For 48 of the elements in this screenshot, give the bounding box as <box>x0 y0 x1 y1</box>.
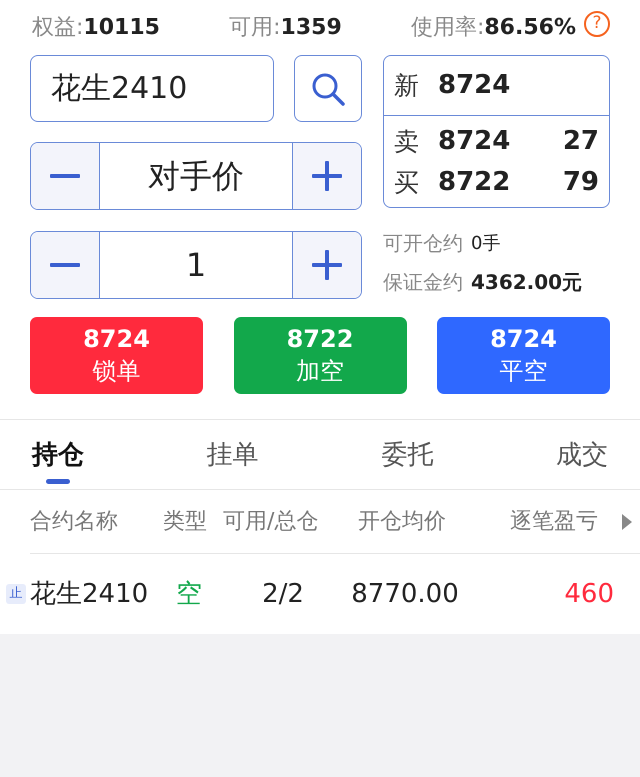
increase-button[interactable] <box>293 143 361 209</box>
column-header: 逐笔盈亏 <box>510 508 598 536</box>
pnl-cell-text: 460 <box>564 578 614 610</box>
minus-icon <box>50 263 80 267</box>
column-header: 合约名称 <box>30 508 119 536</box>
column-header: 类型 <box>163 508 208 536</box>
stat-label: 使用率: <box>410 14 484 42</box>
tab[interactable]: 成交 <box>556 420 608 490</box>
stat-label: 权益: <box>32 14 84 42</box>
bid-price: 8722 <box>438 166 512 199</box>
quote-label: 新 <box>394 70 420 102</box>
order-button[interactable]: 8724 锁单 <box>30 317 203 394</box>
search-button[interactable] <box>294 55 362 122</box>
decrease-button[interactable] <box>31 232 99 298</box>
minus-icon <box>50 174 80 178</box>
plus-icon <box>312 250 342 280</box>
quote-label: 卖 <box>394 126 420 158</box>
column-header: 可用/总仓 <box>223 508 320 536</box>
info-label: 保证金约 <box>383 269 463 296</box>
tab[interactable]: 挂单 <box>206 420 259 490</box>
info-value: 4362.00元 <box>471 269 582 296</box>
symbol-field[interactable]: 花生2410 <box>30 55 274 122</box>
stat-value: 10115 <box>83 14 160 42</box>
plus-icon <box>312 161 342 191</box>
column-header: 开仓均价 <box>358 508 447 536</box>
tab[interactable]: 委托 <box>381 420 434 490</box>
scroll-right-icon[interactable] <box>622 514 632 530</box>
ask-price: 8724 <box>438 125 512 158</box>
info-label: 可开仓约 <box>383 230 463 257</box>
tab[interactable]: 持仓 <box>32 420 84 490</box>
stat-label: 可用: <box>229 14 281 42</box>
order-button[interactable]: 8724 平空 <box>437 317 610 394</box>
decrease-button[interactable] <box>31 143 99 209</box>
stat-value: 1359 <box>280 14 342 42</box>
search-icon <box>311 72 345 106</box>
avg-price-cell-text: 8770.00 <box>350 578 460 610</box>
symbol-cell-text: 花生2410 <box>30 578 150 610</box>
last-price: 8724 <box>438 69 512 102</box>
quote-label: 买 <box>394 166 420 199</box>
stat-value: 86.56% <box>484 14 576 42</box>
stop-badge: 止 <box>6 584 26 604</box>
available-cell-text: 2/2 <box>261 578 305 610</box>
type-cell-text: 空 <box>176 578 203 610</box>
bid-volume: 79 <box>562 166 599 199</box>
ask-volume: 27 <box>562 125 599 158</box>
tab-indicator <box>46 479 70 484</box>
info-value: 0手 <box>471 232 500 256</box>
increase-button[interactable] <box>293 232 361 298</box>
